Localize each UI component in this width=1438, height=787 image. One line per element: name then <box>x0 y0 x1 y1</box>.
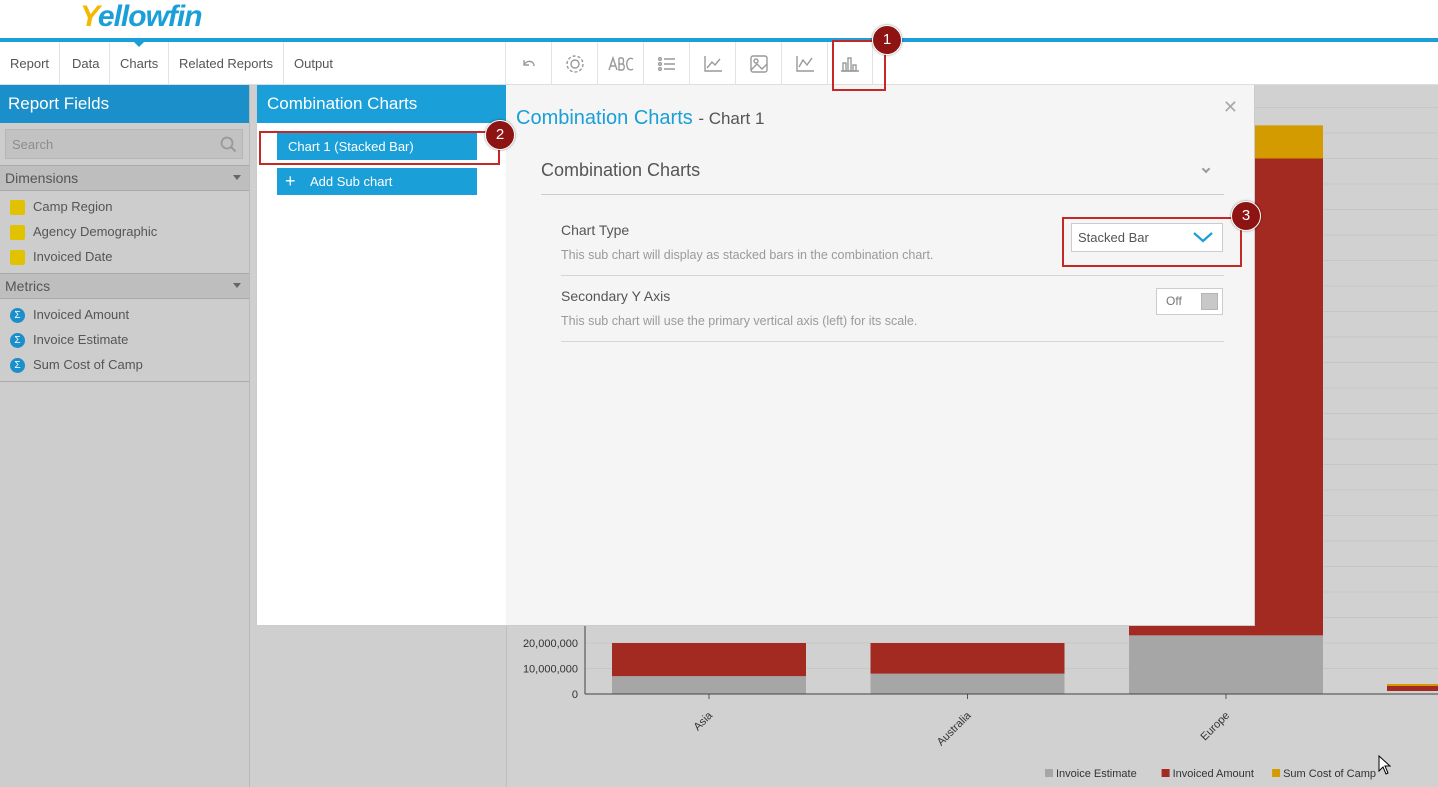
sigma-icon: Σ <box>10 308 25 323</box>
chevron-down-icon <box>233 283 241 288</box>
section-title: Combination Charts <box>541 160 701 180</box>
chart-type-label: Chart Type <box>561 222 630 238</box>
combination-chart-settings: Combination Charts - Chart 1 ✕ Combinati… <box>506 85 1255 626</box>
bar-asia-invoiced-amount <box>612 643 806 677</box>
chart-type-description: This sub chart will display as stacked b… <box>561 248 934 262</box>
metrics-header[interactable]: Metrics <box>0 273 249 299</box>
report-nav-bar: Report Data Charts Related Reports Outpu… <box>0 42 1438 85</box>
bar-australia-invoiced-amount <box>870 643 1065 674</box>
legend-swatch <box>1161 769 1170 777</box>
tab-data[interactable]: Data <box>62 42 111 85</box>
highlight-box-2 <box>259 131 500 165</box>
callout-badge-3: 3 <box>1231 201 1261 231</box>
tab-report[interactable]: Report <box>0 42 61 85</box>
dialog-title: Combination Charts - Chart 1 <box>516 107 765 129</box>
legend-label: Sum Cost of Camp <box>1283 768 1376 780</box>
y-tick-label: 20,000,000 <box>523 638 578 650</box>
bar-partial <box>1387 686 1438 691</box>
secondary-y-axis-description: This sub chart will use the primary vert… <box>561 314 918 328</box>
callout-badge-1: 1 <box>872 25 902 55</box>
combination-charts-list: Combination Charts Chart 1 (Stacked Bar)… <box>256 85 506 626</box>
tab-charts[interactable]: Charts <box>110 42 170 85</box>
chart-legend: Invoice Estimate Invoiced Amount Sum Cost … <box>1045 768 1376 780</box>
mouse-cursor-icon <box>1378 755 1392 775</box>
legend-swatch <box>1272 769 1281 777</box>
secondary-y-axis-label: Secondary Y Axis <box>561 288 671 304</box>
bar-australia-invoice-estimate <box>870 673 1065 694</box>
close-icon[interactable]: ✕ <box>1223 97 1238 118</box>
toggle-knob <box>1201 293 1218 310</box>
dimension-icon <box>10 225 25 240</box>
legend-label: Invoice Estimate <box>1056 768 1137 780</box>
yellowfin-logo[interactable]: Yellowfin <box>80 0 203 34</box>
divider <box>541 194 1224 195</box>
add-sub-chart-button[interactable]: + Add Sub chart <box>277 168 477 195</box>
undo-icon[interactable] <box>505 42 551 85</box>
bar-asia-invoice-estimate <box>612 676 806 694</box>
legend-label: Invoiced Amount <box>1173 768 1254 780</box>
chevron-down-icon <box>233 175 241 180</box>
gear-icon[interactable] <box>551 42 597 85</box>
x-tick-label: Europe <box>1199 710 1233 744</box>
legend-swatch <box>1045 769 1053 777</box>
report-fields-panel: Report Fields Dimensions Camp Region Age… <box>0 85 250 787</box>
y-axis-ticks: 0 10,000,000 20,000,000 <box>523 638 578 701</box>
divider <box>0 381 249 382</box>
search-icon[interactable] <box>220 136 237 153</box>
chevron-down-icon[interactable] <box>1201 164 1211 174</box>
x-tick-label: Asia <box>691 709 715 733</box>
bar-partial-top <box>1387 684 1438 686</box>
field-search <box>5 129 243 159</box>
search-input[interactable] <box>6 130 211 158</box>
tab-output[interactable]: Output <box>284 42 343 85</box>
divider <box>561 341 1224 342</box>
sigma-icon: Σ <box>10 358 25 373</box>
bar-europe-invoice-estimate <box>1129 635 1323 694</box>
highlight-box-3 <box>1062 217 1242 267</box>
dimension-icon <box>10 200 25 215</box>
sigma-icon: Σ <box>10 333 25 348</box>
x-tick-label: Australia <box>935 709 974 748</box>
callout-badge-2: 2 <box>485 120 515 150</box>
y-tick-label: 0 <box>572 689 578 701</box>
divider <box>561 275 1224 276</box>
image-icon[interactable] <box>735 42 781 85</box>
combination-charts-list-title: Combination Charts <box>257 85 506 123</box>
line-chart-icon[interactable] <box>781 42 827 85</box>
dimension-icon <box>10 250 25 265</box>
report-fields-title: Report Fields <box>0 85 249 123</box>
top-bar: Yellowfin <box>0 0 1438 38</box>
plus-icon: + <box>285 171 296 191</box>
axis-icon[interactable] <box>689 42 735 85</box>
list-icon[interactable] <box>643 42 689 85</box>
text-abc-icon[interactable] <box>597 42 643 85</box>
dimensions-header[interactable]: Dimensions <box>0 165 249 191</box>
x-axis-labels: Asia Australia Europe <box>691 694 1232 748</box>
y-tick-label: 10,000,000 <box>523 664 578 676</box>
secondary-y-axis-toggle[interactable]: Off <box>1156 288 1223 315</box>
tab-related-reports[interactable]: Related Reports <box>169 42 284 85</box>
